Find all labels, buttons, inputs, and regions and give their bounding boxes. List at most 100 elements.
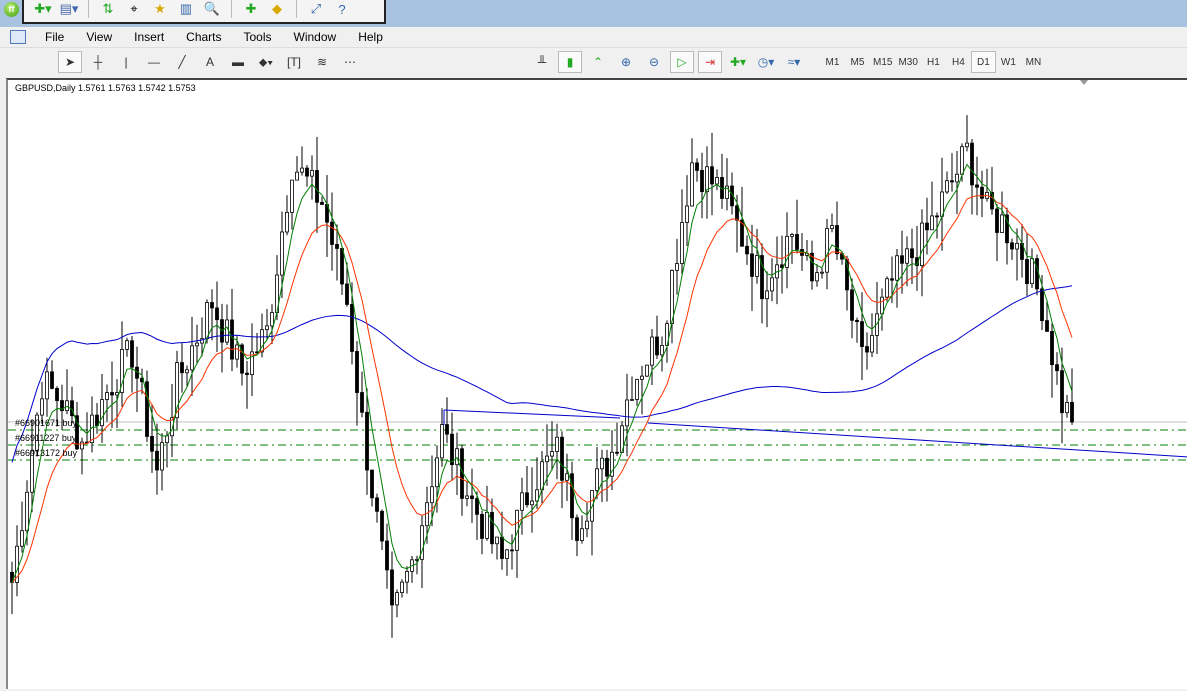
chart-shift-marker-icon bbox=[1080, 80, 1088, 85]
menu-bar: File View Insert Charts Tools Window Hel… bbox=[0, 28, 1187, 46]
bear-candle bbox=[480, 513, 484, 539]
menu-view[interactable]: View bbox=[75, 30, 123, 44]
menu-tools[interactable]: Tools bbox=[233, 30, 283, 44]
floating-standard-toolbar: ✚▾ ▤▾ ⇅ ⌖ ★ ▥ 🔍 ✚ ◆ ⤢ ? bbox=[22, 0, 386, 24]
strategy-tester-icon[interactable]: 🔍 bbox=[201, 0, 223, 19]
price-chart[interactable] bbox=[8, 80, 1187, 691]
bull-candle bbox=[640, 375, 644, 380]
crosshair-navigator-icon[interactable]: ⌖ bbox=[123, 0, 145, 19]
templates-icon[interactable]: ≈▾ bbox=[782, 51, 806, 73]
terminal-icon[interactable]: ▥ bbox=[175, 0, 197, 19]
bear-candle bbox=[230, 319, 234, 360]
fullscreen-icon[interactable]: ⤢ bbox=[305, 0, 327, 19]
zoom-out-icon[interactable]: ⊖ bbox=[642, 51, 666, 73]
bull-candle bbox=[930, 215, 934, 231]
bull-candle bbox=[600, 457, 604, 470]
timeframe-m15[interactable]: M15 bbox=[870, 51, 895, 73]
zoom-in-icon[interactable]: ⊕ bbox=[614, 51, 638, 73]
bear-candle bbox=[500, 536, 504, 559]
bull-candle bbox=[770, 277, 774, 292]
crosshair-tool-icon[interactable]: ┼ bbox=[86, 51, 110, 73]
bull-candle bbox=[190, 345, 194, 371]
bull-candle bbox=[790, 234, 794, 237]
bear-candle bbox=[245, 372, 249, 375]
bull-candle bbox=[660, 345, 664, 356]
bull-candle bbox=[960, 146, 964, 175]
bear-candle bbox=[355, 351, 359, 393]
timeframe-h4[interactable]: H4 bbox=[946, 51, 971, 73]
bear-candle bbox=[210, 302, 214, 309]
fibonacci-fan-icon[interactable]: ≋ bbox=[310, 51, 334, 73]
new-order-icon[interactable]: ✚ bbox=[240, 0, 262, 19]
bull-candle bbox=[1030, 258, 1034, 285]
timeframe-m5[interactable]: M5 bbox=[845, 51, 870, 73]
bear-candle bbox=[1040, 288, 1044, 321]
bear-candle bbox=[1025, 259, 1029, 285]
bear-candle bbox=[865, 346, 869, 353]
menu-help[interactable]: Help bbox=[347, 30, 394, 44]
menu-insert[interactable]: Insert bbox=[123, 30, 175, 44]
bar-chart-icon[interactable]: ╨ bbox=[530, 51, 554, 73]
profiles-icon[interactable]: ▤▾ bbox=[58, 0, 80, 19]
bull-candle bbox=[965, 142, 969, 148]
text-tool-icon[interactable]: A bbox=[198, 51, 222, 73]
bear-candle bbox=[380, 510, 384, 542]
new-chart-icon[interactable]: ✚▾ bbox=[32, 0, 54, 19]
bear-candle bbox=[710, 166, 714, 185]
bear-candle bbox=[155, 450, 159, 471]
cursor-tool-icon[interactable]: ➤ bbox=[58, 51, 82, 73]
bear-candle bbox=[375, 497, 379, 512]
vertical-line-icon[interactable]: | bbox=[114, 51, 138, 73]
timeframe-d1[interactable]: D1 bbox=[970, 51, 996, 73]
rectangle-label-icon[interactable]: ▬ bbox=[226, 51, 250, 73]
bull-candle bbox=[675, 263, 679, 271]
bear-candle bbox=[1050, 331, 1054, 366]
bull-candle bbox=[895, 255, 899, 281]
timeframe-w1[interactable]: W1 bbox=[996, 51, 1021, 73]
favorites-folder-icon[interactable]: ★ bbox=[149, 0, 171, 19]
bear-candle bbox=[605, 457, 609, 477]
bull-candle bbox=[300, 167, 304, 173]
timeframe-mn[interactable]: MN bbox=[1021, 51, 1046, 73]
market-watch-icon[interactable]: ⇅ bbox=[97, 0, 119, 19]
bull-candle bbox=[685, 205, 689, 223]
bull-candle bbox=[545, 455, 549, 463]
bear-candle bbox=[835, 225, 839, 255]
autotrading-warning-icon[interactable]: ◆ bbox=[266, 0, 288, 19]
fibonacci-icon[interactable]: ⋯ bbox=[338, 51, 362, 73]
bear-candle bbox=[855, 319, 859, 323]
bear-candle bbox=[900, 255, 904, 264]
bull-candle bbox=[825, 228, 829, 273]
bear-candle bbox=[745, 245, 749, 255]
text-label-icon[interactable]: [T] bbox=[282, 51, 306, 73]
bear-candle bbox=[695, 162, 699, 171]
candlestick-chart-icon[interactable]: ▮ bbox=[558, 51, 582, 73]
trendline-icon[interactable]: ╱ bbox=[170, 51, 194, 73]
menu-file[interactable]: File bbox=[34, 30, 75, 44]
chart-window[interactable]: GBPUSD,Daily 1.5761 1.5763 1.5742 1.5753… bbox=[6, 78, 1187, 689]
timeframe-h1[interactable]: H1 bbox=[921, 51, 946, 73]
chart-window-icon[interactable] bbox=[10, 30, 26, 44]
bear-candle bbox=[130, 340, 134, 368]
line-chart-icon[interactable]: ⌃ bbox=[586, 51, 610, 73]
periods-clock-icon[interactable]: ◷▾ bbox=[754, 51, 778, 73]
bear-candle bbox=[470, 495, 474, 499]
bull-candle bbox=[80, 441, 84, 450]
bear-candle bbox=[950, 180, 954, 183]
help-icon[interactable]: ? bbox=[331, 0, 353, 19]
arrows-icon[interactable]: ⬥▾ bbox=[254, 51, 278, 73]
menu-charts[interactable]: Charts bbox=[175, 30, 232, 44]
bear-candle bbox=[735, 205, 739, 221]
timeframe-m30[interactable]: M30 bbox=[895, 51, 920, 73]
auto-scroll-icon[interactable]: ▷ bbox=[670, 51, 694, 73]
bear-candle bbox=[1035, 258, 1039, 290]
timeframe-m1[interactable]: M1 bbox=[820, 51, 845, 73]
horizontal-line-icon[interactable]: — bbox=[142, 51, 166, 73]
indicators-icon[interactable]: ✚▾ bbox=[726, 51, 750, 73]
bull-candle bbox=[125, 340, 129, 350]
chart-shift-icon[interactable]: ⇥ bbox=[698, 51, 722, 73]
bull-candle bbox=[280, 231, 284, 276]
bear-candle bbox=[335, 244, 339, 249]
bull-candle bbox=[550, 451, 554, 457]
menu-window[interactable]: Window bbox=[283, 30, 348, 44]
